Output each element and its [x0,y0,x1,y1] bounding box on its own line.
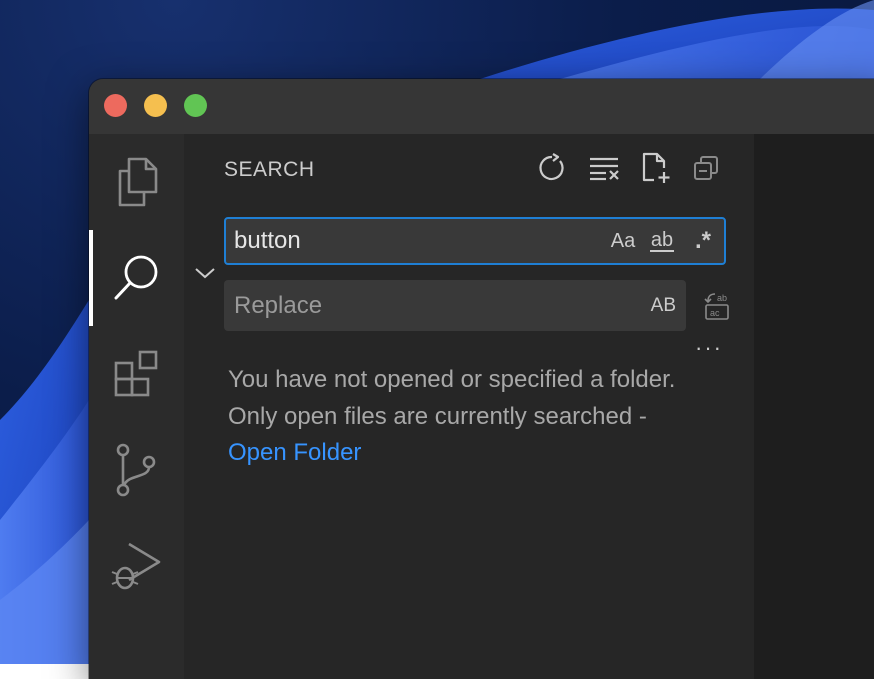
replace-input-box: AB [224,280,686,331]
search-sidebar: SEARCH button Aa ab .* Replace AB ab ac … [184,134,754,679]
title-bar [89,79,874,134]
clear-results-icon [590,157,619,181]
activity-source-control[interactable] [89,422,184,518]
source-control-icon [116,443,155,497]
match-whole-word-toggle[interactable]: ab [644,225,680,257]
search-icon [114,255,157,300]
match-case-icon: Aa [610,229,636,252]
panel-title: SEARCH [224,158,315,181]
svg-text:ab: ab [717,293,727,303]
replace-input[interactable] [234,280,614,331]
no-folder-message: You have not opened or specified a folde… [228,362,698,472]
collapse-all-icon [694,156,718,180]
use-regex-toggle[interactable]: .* [688,225,718,257]
new-search-editor-button[interactable] [636,148,676,188]
toggle-search-details-button[interactable]: ··· [692,335,726,360]
search-input[interactable] [234,219,594,263]
open-folder-link[interactable]: Open Folder [228,439,361,466]
editor-area [754,134,874,679]
clear-results-button[interactable] [584,148,624,188]
activity-explorer[interactable] [89,134,184,230]
close-window-button[interactable] [104,94,127,117]
files-icon [118,157,157,207]
activity-bar [89,134,184,679]
run-debug-icon [111,542,160,590]
no-folder-text: You have not opened or specified a folde… [228,366,676,430]
collapse-all-button[interactable] [686,148,726,188]
activity-extensions[interactable] [89,326,184,422]
refresh-button[interactable] [532,148,572,188]
preserve-case-icon: AB [650,295,676,316]
preserve-case-toggle[interactable]: AB [651,290,676,322]
new-search-editor-icon [642,152,670,183]
toggle-replace-button[interactable] [190,258,220,288]
vscode-window: SEARCH button Aa ab .* Replace AB ab ac … [89,79,874,679]
replace-all-button[interactable]: ab ac [700,289,734,323]
extensions-icon [114,350,157,397]
svg-text:ac: ac [710,308,720,318]
activity-search[interactable] [89,230,184,326]
regex-icon: .* [694,227,711,254]
replace-all-icon: ab ac [704,293,729,320]
zoom-window-button[interactable] [184,94,207,117]
whole-word-icon: ab [649,229,675,252]
minimize-window-button[interactable] [144,94,167,117]
search-input-box: Aa ab .* [224,217,726,265]
refresh-icon [539,153,564,181]
chevron-down-icon [195,268,215,279]
match-case-toggle[interactable]: Aa [606,225,640,257]
activity-run-debug[interactable] [89,518,184,614]
